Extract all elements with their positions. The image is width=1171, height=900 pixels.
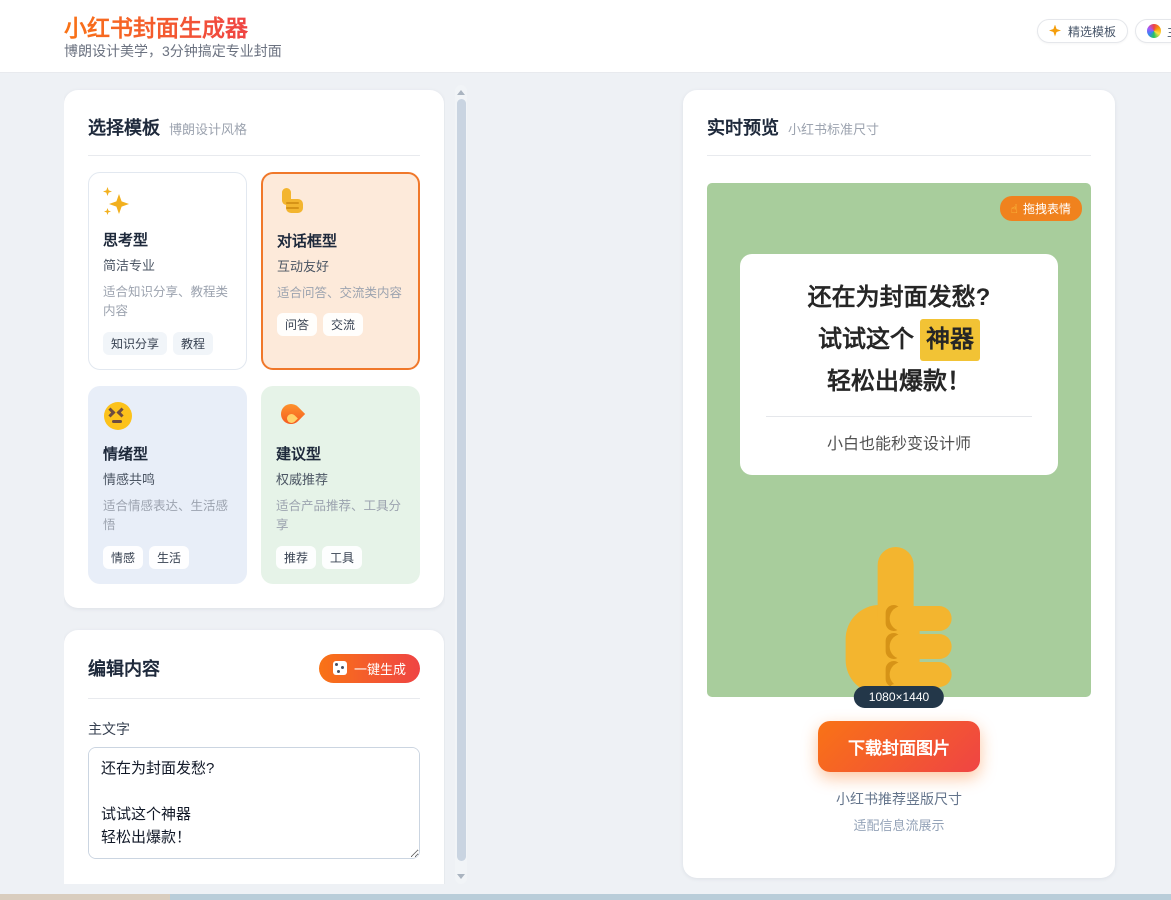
preview-panel-subtitle: 小红书标准尺寸 [788,119,879,138]
cover-line-2: 试试这个神器 [740,319,1058,361]
sparkles-icon [1049,25,1062,38]
template-name: 思考型 [103,229,232,250]
divider [88,155,420,156]
fire-icon [276,401,306,431]
left-scroll-region: 选择模板 博朗设计风格 思考型 简洁专业 适合知识分享、教程类内容 知识分享 教… [64,85,445,884]
feed-display-note: 适配信息流展示 [707,815,1091,834]
template-tagline: 情感共鸣 [103,469,232,488]
drag-emoji-badge: ☝ 拖拽表情 [1000,196,1082,221]
page-title: 小红书封面生成器 [64,9,248,43]
template-card-suggestion[interactable]: 建议型 权威推荐 适合产品推荐、工具分享 推荐 工具 [261,386,420,584]
template-name: 对话框型 [277,230,404,251]
template-panel-title: 选择模板 [88,114,160,140]
scroll-down-arrow-icon[interactable] [457,874,465,879]
template-description: 适合知识分享、教程类内容 [103,283,232,322]
drag-badge-label: 拖拽表情 [1023,200,1071,217]
divider [707,155,1091,156]
template-card-dialog-selected[interactable]: 对话框型 互动友好 适合问答、交流类内容 问答 交流 [261,172,420,370]
main-text-label: 主文字 [88,719,420,739]
cover-preview-canvas[interactable]: ☝ 拖拽表情 还在为封面发愁? 试试这个神器 轻松出爆款！ 小白也能秒变设计师 … [707,183,1091,697]
template-tag: 交流 [323,313,363,336]
bottom-edge-left [0,894,170,900]
template-description: 适合产品推荐、工具分享 [276,497,405,536]
template-tag: 工具 [322,546,362,569]
thumbs-up-emoji[interactable] [838,547,956,694]
recommended-size-note: 小红书推荐竖版尺寸 [707,789,1091,809]
template-panel-subtitle: 博朗设计风格 [169,119,247,138]
template-card-emotion[interactable]: 情绪型 情感共鸣 适合情感表达、生活感悟 情感 生活 [88,386,247,584]
page-subtitle: 博朗设计美学，3分钟搞定专业封面 [64,41,282,61]
generate-button-label: 一键生成 [354,659,406,678]
persevering-face-icon [103,401,133,431]
scroll-up-arrow-icon[interactable] [457,90,465,95]
template-description: 适合情感表达、生活感悟 [103,497,232,536]
cover-line-2-text: 试试这个 [818,326,914,353]
template-tag: 知识分享 [103,332,167,355]
one-click-generate-button[interactable]: 一键生成 [319,654,420,683]
cover-tagline: 小白也能秒变设计师 [740,430,1058,454]
template-tag: 生活 [149,546,189,569]
editor-panel-title: 编辑内容 [88,655,160,681]
cover-text-card: 还在为封面发愁? 试试这个神器 轻松出爆款！ 小白也能秒变设计师 [740,254,1058,475]
template-tag: 问答 [277,313,317,336]
template-tag: 教程 [173,332,213,355]
template-grid: 思考型 简洁专业 适合知识分享、教程类内容 知识分享 教程 对话框型 互动友好 … [88,172,420,584]
template-description: 适合问答、交流类内容 [277,284,404,303]
featured-templates-badge[interactable]: 精选模板 [1037,19,1128,43]
template-tagline: 简洁专业 [103,255,232,274]
template-card-thinking[interactable]: 思考型 简洁专业 适合知识分享、教程类内容 知识分享 教程 [88,172,247,370]
theme-badge[interactable]: 主 [1135,19,1171,43]
template-tag: 推荐 [276,546,316,569]
featured-templates-label: 精选模板 [1068,23,1116,40]
divider [88,698,420,699]
template-panel: 选择模板 博朗设计风格 思考型 简洁专业 适合知识分享、教程类内容 知识分享 教… [64,90,444,608]
cover-line-3: 轻松出爆款！ [740,361,1058,403]
vertical-scrollbar[interactable] [455,85,467,884]
app-header: 小红书封面生成器 博朗设计美学，3分钟搞定专业封面 精选模板 主 [0,0,1171,73]
dice-icon [333,661,347,675]
cover-size-badge: 1080×1440 [854,686,944,708]
divider [766,416,1032,417]
template-name: 情绪型 [103,443,232,464]
cover-line-1: 还在为封面发愁? [740,277,1058,319]
preview-panel: 实时预览 小红书标准尺寸 ☝ 拖拽表情 还在为封面发愁? 试试这个神器 轻松出爆… [683,90,1115,878]
template-tag: 情感 [103,546,143,569]
thumbs-up-icon [277,188,307,218]
preview-panel-title: 实时预览 [707,114,779,140]
template-name: 建议型 [276,443,405,464]
theme-label: 主 [1167,23,1171,40]
download-cover-button[interactable]: 下载封面图片 [818,721,980,772]
palette-icon [1147,24,1161,38]
scrollbar-thumb[interactable] [457,99,466,861]
template-tagline: 互动友好 [277,256,404,275]
sparkles-icon [103,187,133,217]
template-tagline: 权威推荐 [276,469,405,488]
cover-highlight-word: 神器 [920,319,980,361]
horizontal-scrollbar[interactable] [170,894,1171,900]
pointing-hand-icon: ☝ [1011,203,1018,215]
main-text-input[interactable]: 还在为封面发愁? 试试这个神器 轻松出爆款！ [88,747,420,859]
editor-panel: 编辑内容 一键生成 主文字 还在为封面发愁? 试试这个神器 轻松出爆款！ 副标题 [64,630,444,885]
